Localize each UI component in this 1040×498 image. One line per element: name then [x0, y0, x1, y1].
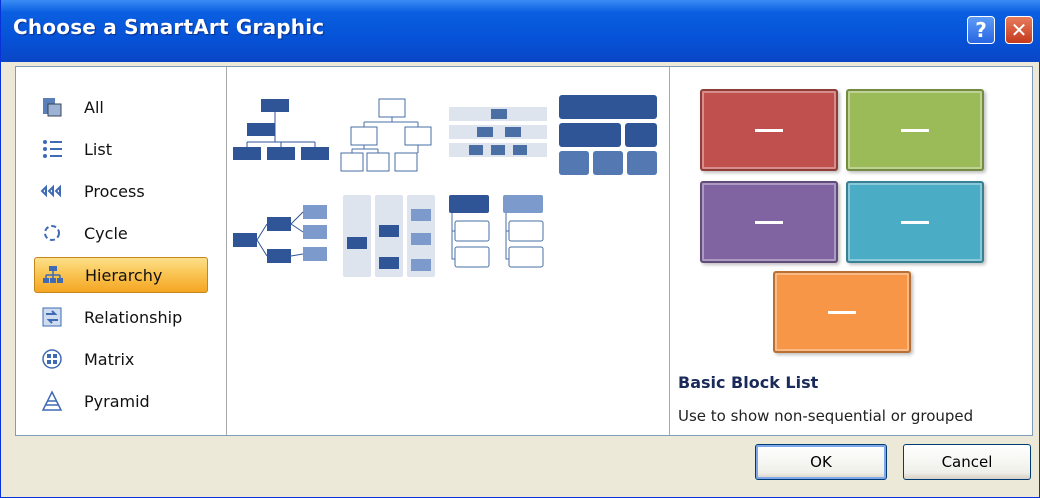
layout-horizontal-hierarchy[interactable]: [231, 203, 331, 273]
layout-hierarchy-list[interactable]: [449, 195, 547, 275]
category-label: Cycle: [84, 223, 128, 243]
close-button[interactable]: ✕: [1005, 16, 1033, 44]
preview-block-2: [846, 89, 984, 171]
smartart-dialog: Choose a SmartArt Graphic ? ✕ All List P…: [0, 0, 1040, 498]
preview-block-5: [773, 271, 911, 353]
layout-gallery: [227, 67, 670, 435]
category-all[interactable]: All: [34, 89, 208, 125]
dialog-title: Choose a SmartArt Graphic: [13, 15, 325, 39]
layout-organization-chart[interactable]: [231, 97, 331, 167]
title-bar[interactable]: Choose a SmartArt Graphic ? ✕: [1, 0, 1040, 62]
category-label: All: [84, 97, 104, 117]
preview-block-3: [700, 181, 838, 263]
cancel-button[interactable]: Cancel: [903, 444, 1031, 480]
layout-hierarchy[interactable]: [339, 97, 439, 173]
category-label: Process: [84, 181, 145, 201]
category-hierarchy[interactable]: Hierarchy: [34, 257, 208, 293]
category-list-item[interactable]: List: [34, 131, 208, 167]
dialog-content: All List Process Cycle Hierarchy Relatio…: [15, 66, 1033, 436]
preview-title: Basic Block List: [678, 373, 819, 392]
category-label: Pyramid: [84, 391, 150, 411]
preview-description: Use to show non-sequential or grouped: [678, 407, 974, 425]
category-cycle[interactable]: Cycle: [34, 215, 208, 251]
pyramid-icon: [40, 389, 64, 413]
category-label: List: [84, 139, 112, 159]
process-icon: [40, 179, 64, 203]
layout-labeled-horizontal-hierarchy[interactable]: [343, 195, 437, 277]
category-pyramid[interactable]: Pyramid: [34, 383, 208, 419]
category-list: All List Process Cycle Hierarchy Relatio…: [16, 67, 227, 435]
relationship-icon: [40, 305, 64, 329]
preview-block-4: [846, 181, 984, 263]
preview-block-1: [700, 89, 838, 171]
hierarchy-icon: [41, 263, 65, 287]
category-label: Relationship: [84, 307, 183, 327]
category-label: Hierarchy: [85, 265, 163, 285]
category-relationship[interactable]: Relationship: [34, 299, 208, 335]
ok-button[interactable]: OK: [755, 444, 887, 480]
list-icon: [40, 137, 64, 161]
preview-panel: Basic Block List Use to show non-sequent…: [670, 67, 1032, 435]
all-icon: [40, 95, 64, 119]
layout-labeled-hierarchy[interactable]: [449, 107, 549, 163]
category-matrix[interactable]: Matrix: [34, 341, 208, 377]
help-button[interactable]: ?: [967, 16, 995, 44]
category-process[interactable]: Process: [34, 173, 208, 209]
matrix-icon: [40, 347, 64, 371]
category-label: Matrix: [84, 349, 135, 369]
layout-table-hierarchy[interactable]: [559, 95, 659, 175]
cycle-icon: [40, 221, 64, 245]
